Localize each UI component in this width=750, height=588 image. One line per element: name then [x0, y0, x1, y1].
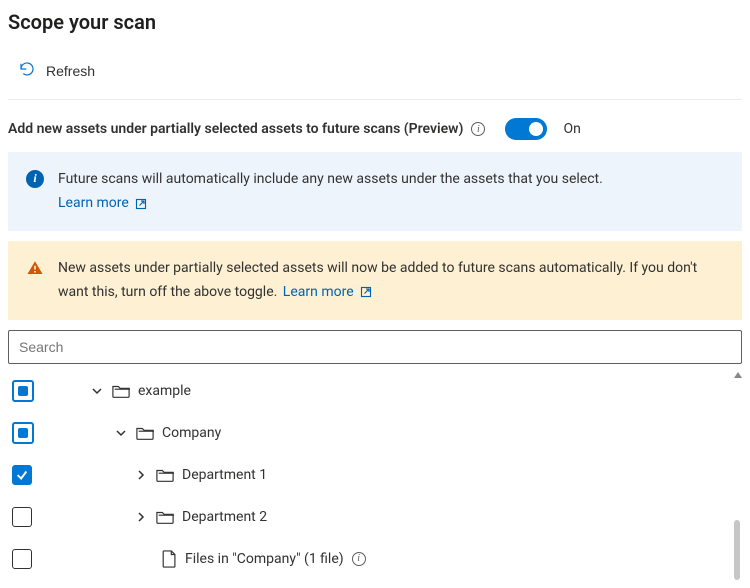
- warning-learn-more-label: Learn more: [283, 281, 354, 303]
- toolbar: Refresh: [8, 52, 742, 100]
- auto-add-state: On: [563, 121, 580, 137]
- auto-add-row: Add new assets under partially selected …: [8, 100, 742, 152]
- info-banner: i Future scans will automatically includ…: [8, 152, 742, 231]
- tree-row-label: Department 2: [182, 509, 267, 525]
- scroll-thumb[interactable]: [734, 520, 740, 580]
- tree-row-label: example: [138, 383, 191, 399]
- checkbox-partial[interactable]: [12, 422, 34, 444]
- warning-banner: New assets under partially selected asse…: [8, 241, 742, 320]
- info-icon[interactable]: i: [471, 122, 485, 136]
- page-title: Scope your scan: [8, 10, 742, 34]
- tree-row[interactable]: example: [8, 370, 742, 412]
- tree-row[interactable]: Company: [8, 412, 742, 454]
- external-link-icon: [360, 286, 372, 298]
- chevron-right-icon[interactable]: [134, 469, 148, 481]
- info-learn-more-label: Learn more: [58, 192, 129, 214]
- checkbox-empty[interactable]: [12, 507, 32, 527]
- refresh-label: Refresh: [46, 63, 95, 79]
- warning-banner-body: New assets under partially selected asse…: [58, 257, 724, 304]
- info-banner-body: Future scans will automatically include …: [58, 168, 603, 215]
- tree-row[interactable]: Department 1: [8, 454, 742, 496]
- chevron-right-icon[interactable]: [134, 511, 148, 523]
- warning-learn-more-link[interactable]: Learn more: [283, 281, 372, 303]
- warning-triangle-icon: [26, 259, 44, 277]
- search-input[interactable]: [8, 330, 742, 364]
- info-circle-icon: i: [26, 170, 44, 188]
- info-banner-text: Future scans will automatically include …: [58, 171, 603, 187]
- checkbox-checked[interactable]: [12, 465, 32, 485]
- external-link-icon: [135, 198, 147, 210]
- auto-add-label: Add new assets under partially selected …: [8, 121, 463, 137]
- warning-banner-text: New assets under partially selected asse…: [58, 260, 697, 300]
- asset-tree: example Company: [8, 370, 742, 580]
- refresh-icon: [18, 60, 36, 81]
- tree-row-label: Department 1: [182, 467, 267, 483]
- folder-icon: [156, 467, 174, 483]
- tree-row[interactable]: Files in "Company" (1 file) i: [8, 538, 742, 580]
- tree-row-label: Company: [162, 425, 221, 441]
- auto-add-toggle[interactable]: [505, 118, 547, 140]
- info-learn-more-link[interactable]: Learn more: [58, 192, 147, 214]
- checkbox-empty[interactable]: [12, 549, 32, 569]
- folder-icon: [112, 383, 130, 399]
- scrollbar[interactable]: [734, 370, 742, 580]
- refresh-button[interactable]: Refresh: [8, 56, 101, 85]
- file-icon: [162, 550, 177, 568]
- folder-icon: [136, 425, 154, 441]
- checkbox-partial[interactable]: [12, 380, 34, 402]
- chevron-down-icon[interactable]: [114, 427, 128, 439]
- scroll-up-icon: [734, 372, 742, 378]
- info-icon[interactable]: i: [352, 552, 366, 566]
- chevron-down-icon[interactable]: [90, 385, 104, 397]
- tree-row[interactable]: Department 2: [8, 496, 742, 538]
- folder-icon: [156, 509, 174, 525]
- tree-row-label: Files in "Company" (1 file): [185, 551, 344, 567]
